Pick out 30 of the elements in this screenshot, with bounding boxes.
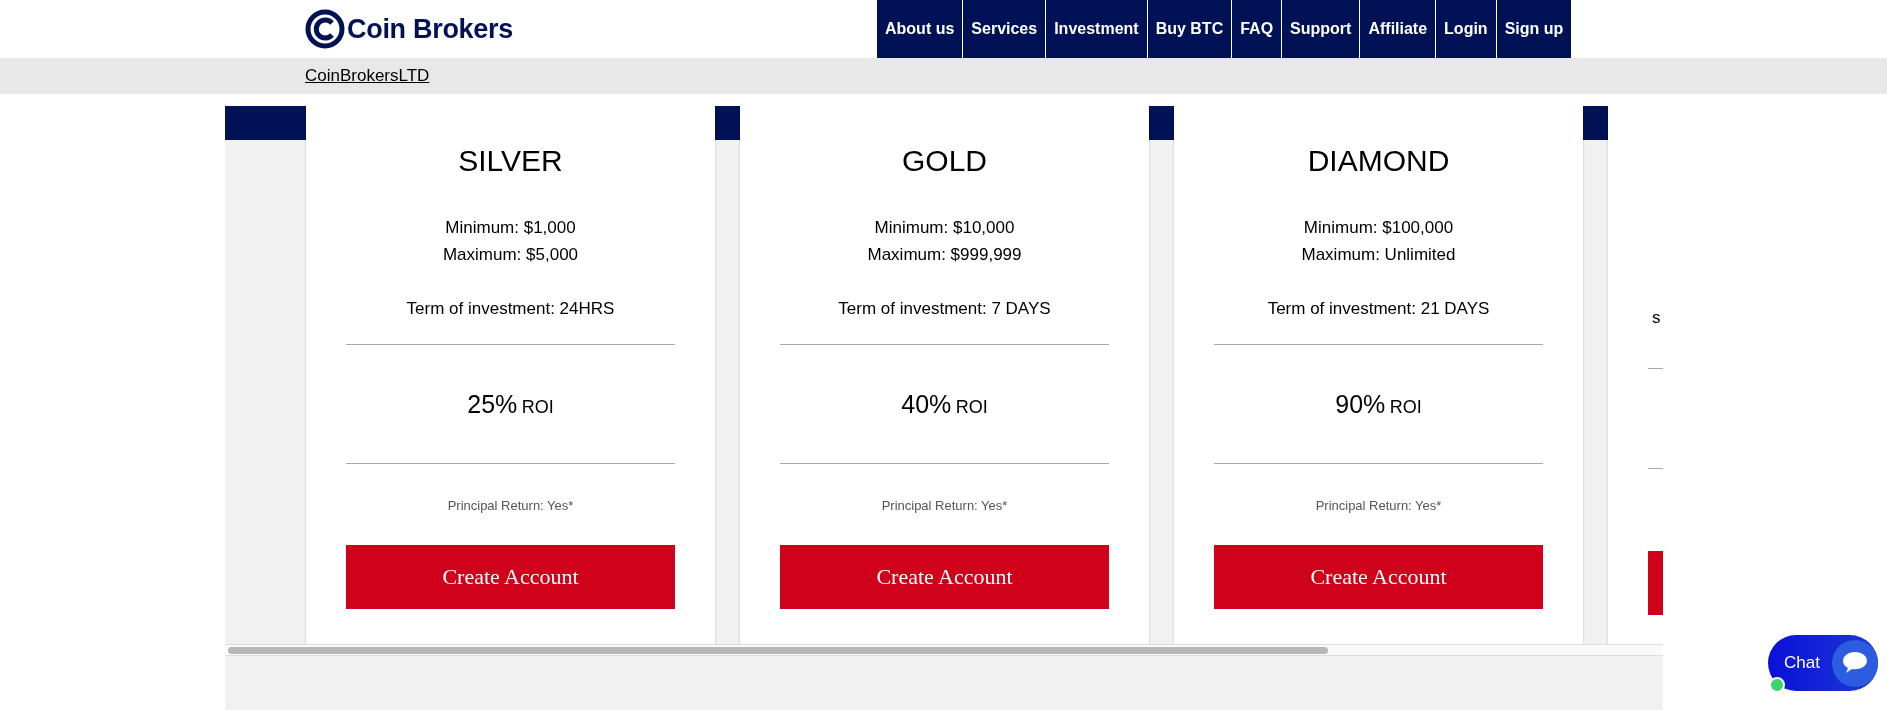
create-account-button[interactable]: Create Account xyxy=(1214,545,1543,609)
nav-link[interactable]: About us xyxy=(877,0,963,58)
create-account-button[interactable]: Create Account xyxy=(780,545,1109,609)
chat-bubble-icon xyxy=(1831,639,1878,687)
plan-term: s xyxy=(1651,308,1662,329)
plan-roi: 40% ROI xyxy=(901,389,988,419)
breadcrumb-link[interactable]: CoinBrokersLTD xyxy=(305,66,430,86)
plan-title: DIAMOND xyxy=(1307,144,1450,179)
plan-roi: 90% ROI xyxy=(1335,389,1422,419)
plan-minimum: Minimum: $1,000 xyxy=(445,217,576,239)
plan-term: Term of investment: 24HRS xyxy=(406,299,615,320)
plan-title: SILVER xyxy=(458,144,563,179)
plan-term: Term of investment: 21 DAYS xyxy=(1267,299,1490,320)
logo-icon xyxy=(305,9,345,49)
plan-minimum: Minimum: $100,000 xyxy=(1303,217,1454,239)
scrollbar[interactable] xyxy=(225,644,1663,656)
plan-minimum: Minimum: $10,000 xyxy=(874,217,1015,239)
plan-term: Term of investment: 7 DAYS xyxy=(838,299,1051,320)
plan-maximum: Maximum: Unlimited xyxy=(1301,244,1456,266)
plan-maximum: Maximum: $999,999 xyxy=(867,244,1022,266)
plan-roi: 25% ROI xyxy=(467,389,554,419)
create-account-button[interactable]: Create Account xyxy=(346,545,675,609)
chat-button[interactable]: Chat xyxy=(1768,635,1878,691)
plan-maximum: Maximum: $5,000 xyxy=(442,244,579,266)
principal-return: Principal Return: Yes* xyxy=(1315,498,1442,513)
logo-text: Coin Brokers xyxy=(347,13,513,45)
scrollbar-thumb[interactable] xyxy=(228,647,1328,654)
principal-return: Principal Return: Yes* xyxy=(447,498,574,513)
plan-title: GOLD xyxy=(902,144,987,179)
principal-return: Principal Return: Yes* xyxy=(881,498,1008,513)
